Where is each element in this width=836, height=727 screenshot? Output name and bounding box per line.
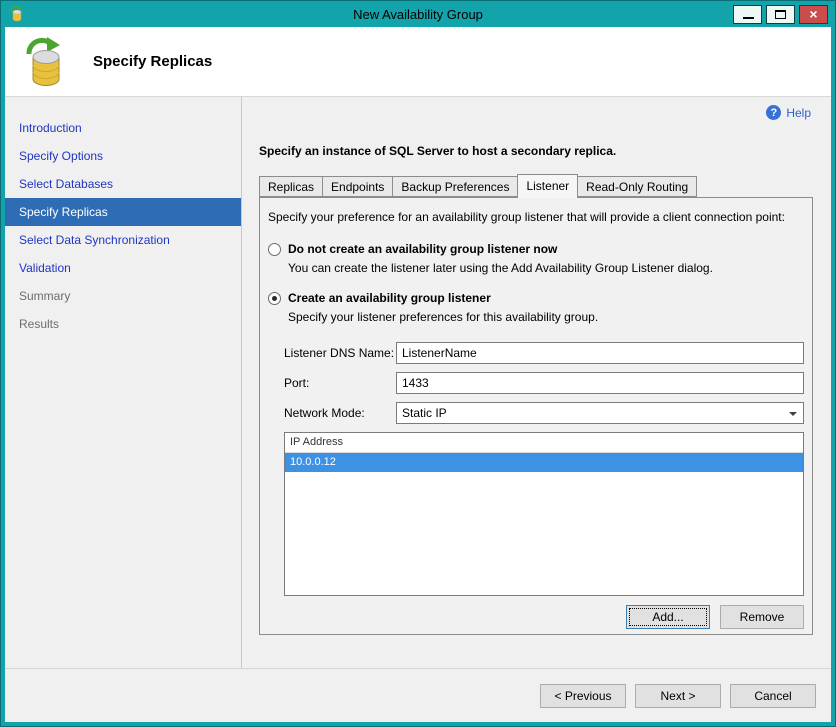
caption-buttons: × <box>733 4 828 24</box>
sidebar-item-specify-options[interactable]: Specify Options <box>5 142 241 170</box>
sidebar-item-summary: Summary <box>19 289 71 303</box>
radio-create-listener-label: Create an availability group listener <box>288 291 491 305</box>
dialog-body: Introduction Specify Options Select Data… <box>5 97 831 668</box>
wizard-steps-sidebar: Introduction Specify Options Select Data… <box>5 97 242 668</box>
help-icon: ? <box>766 105 782 120</box>
sidebar-item-introduction[interactable]: Introduction <box>5 114 241 142</box>
listener-intro-text: Specify your preference for an availabil… <box>268 210 785 224</box>
dialog-frame: Specify Replicas Introduction Specify Op… <box>5 27 831 722</box>
close-button[interactable]: × <box>799 4 828 24</box>
remove-button[interactable]: Remove <box>720 605 804 629</box>
radio-create-listener-description: Specify your listener preferences for th… <box>288 310 599 324</box>
sidebar-item-validation[interactable]: Validation <box>5 254 241 282</box>
port-input[interactable] <box>396 372 804 394</box>
page-title: Specify Replicas <box>93 53 213 70</box>
maximize-button[interactable] <box>766 4 795 24</box>
network-mode-value: Static IP <box>402 406 447 420</box>
listener-dns-name-label: Listener DNS Name: <box>284 346 395 360</box>
sidebar-item-select-databases[interactable]: Select Databases <box>5 170 241 198</box>
network-mode-select[interactable]: Static IP <box>396 402 804 424</box>
sidebar-item-specify-replicas[interactable]: Specify Replicas <box>5 198 241 226</box>
instruction-text: Specify an instance of SQL Server to hos… <box>259 144 617 158</box>
help-link[interactable]: ? Help <box>766 105 811 120</box>
add-button[interactable]: Add... <box>626 605 710 629</box>
radio-checked-icon <box>268 291 281 305</box>
listener-dns-name-input[interactable] <box>396 342 804 364</box>
radio-no-listener-description: You can create the listener later using … <box>288 261 713 275</box>
next-button[interactable]: Next > <box>635 683 721 708</box>
ip-address-list: IP Address 10.0.0.12 <box>284 432 804 596</box>
chevron-down-icon <box>789 412 797 416</box>
maximize-icon <box>775 9 786 19</box>
listener-form: Listener DNS Name: Port: Network Mode: S… <box>284 342 804 424</box>
radio-unchecked-icon <box>268 242 281 256</box>
window-title: New Availability Group <box>353 6 483 22</box>
help-label: Help <box>786 105 811 120</box>
wizard-header: Specify Replicas <box>5 27 831 97</box>
app-icon <box>9 6 25 22</box>
cancel-button[interactable]: Cancel <box>730 683 816 708</box>
tab-listener[interactable]: Listener <box>517 174 579 198</box>
minimize-icon <box>743 16 754 19</box>
tab-strip: Replicas Endpoints Backup Preferences Li… <box>259 174 813 198</box>
sidebar-item-select-data-synchronization[interactable]: Select Data Synchronization <box>5 226 241 254</box>
radio-create-listener[interactable]: Create an availability group listener <box>268 291 804 305</box>
tab-read-only-routing[interactable]: Read-Only Routing <box>577 176 698 197</box>
tab-endpoints[interactable]: Endpoints <box>322 176 394 197</box>
titlebar[interactable]: New Availability Group × <box>1 1 835 27</box>
ip-address-column-header[interactable]: IP Address <box>285 433 803 453</box>
close-icon: × <box>809 6 818 22</box>
radio-no-listener[interactable]: Do not create an availability group list… <box>268 242 804 256</box>
new-availability-group-dialog: New Availability Group × Specify Replica… <box>0 0 836 727</box>
radio-no-listener-label: Do not create an availability group list… <box>288 242 558 256</box>
tab-replicas[interactable]: Replicas <box>259 176 324 197</box>
port-label: Port: <box>284 376 310 390</box>
sidebar-item-results: Results <box>19 317 60 331</box>
network-mode-label: Network Mode: <box>284 406 365 420</box>
ip-list-actions: Add... Remove <box>268 605 804 629</box>
minimize-button[interactable] <box>733 4 762 24</box>
listener-tab-panel: Specify your preference for an availabil… <box>259 197 813 635</box>
main-panel: ? Help Specify an instance of SQL Server… <box>242 97 831 668</box>
ip-address-row[interactable]: 10.0.0.12 <box>285 453 803 472</box>
previous-button[interactable]: < Previous <box>540 683 626 708</box>
availability-group-icon <box>23 35 71 89</box>
wizard-footer: < Previous Next > Cancel <box>5 668 831 722</box>
tab-backup-preferences[interactable]: Backup Preferences <box>392 176 519 197</box>
